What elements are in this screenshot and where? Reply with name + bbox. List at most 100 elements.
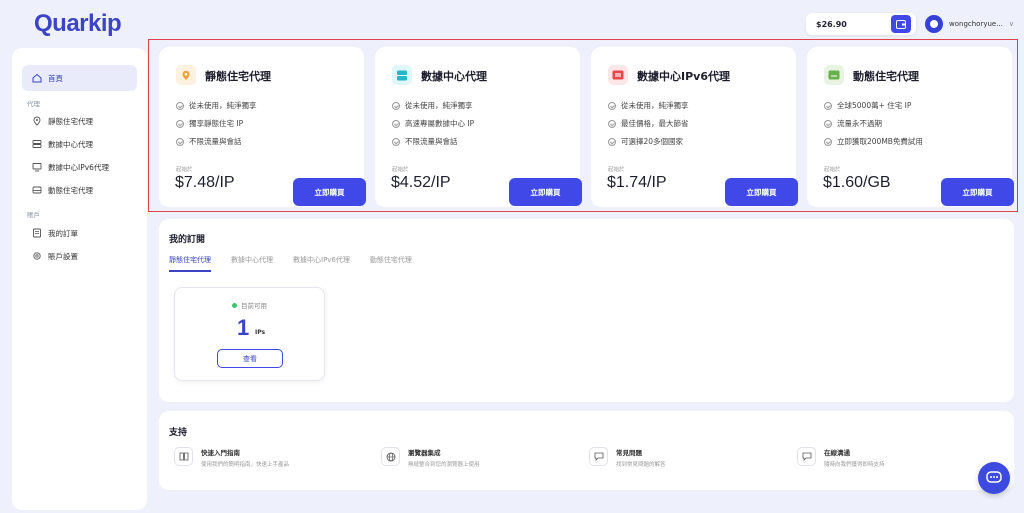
quarkip-logo[interactable]: Quarkip bbox=[34, 10, 122, 38]
product-card-datacenter: 數據中心代理 從未使用，純淨獨享 高速專屬數據中心 IP 不限流量與會話 起始於… bbox=[375, 47, 582, 207]
location-pin-icon bbox=[176, 65, 196, 85]
support-item-live-chat[interactable]: 在線溝通隨時向我們獲得即時支持 bbox=[797, 447, 885, 468]
support-item-browser[interactable]: 瀏覽器集成無縫整合到您的瀏覽器上使用 bbox=[381, 447, 480, 468]
username: wongchoryue... bbox=[949, 20, 1003, 28]
feature-item: 從未使用，純淨獨享 bbox=[176, 100, 257, 111]
globe-icon bbox=[381, 447, 400, 466]
support-title: 支持 bbox=[169, 428, 188, 438]
sidebar-item-label: 首頁 bbox=[48, 73, 63, 83]
sidebar-item-settings[interactable]: 賬戶設置 bbox=[22, 245, 137, 267]
product-title: 動態住宅代理 bbox=[853, 70, 919, 83]
buy-now-button[interactable]: 立即購買 bbox=[725, 178, 798, 206]
support-item-desc: 無縫整合到您的瀏覽器上使用 bbox=[408, 462, 480, 468]
product-card-static-residential: 靜態住宅代理 從未使用，純淨獨享 獨享靜態住宅 IP 不限流量與會話 起始於 $… bbox=[159, 47, 366, 207]
check-icon bbox=[608, 101, 616, 110]
sidebar-item-label: 賬戶設置 bbox=[48, 251, 78, 261]
orders-icon bbox=[33, 228, 41, 238]
faq-icon bbox=[589, 447, 608, 466]
subscriptions-title: 我的訂閱 bbox=[169, 235, 206, 245]
support-item-desc: 使用我們的簡明指南，快速上手產品 bbox=[201, 462, 290, 468]
sidebar-item-dynamic-residential[interactable]: 動態住宅代理 bbox=[22, 179, 137, 201]
buy-now-button[interactable]: 立即購買 bbox=[293, 178, 366, 206]
sidebar-item-orders[interactable]: 我的訂單 bbox=[22, 222, 137, 244]
book-icon bbox=[174, 447, 193, 466]
feature-item: 流量永不過期 bbox=[824, 118, 882, 129]
sidebar-item-home[interactable]: 首頁 bbox=[22, 65, 137, 91]
feature-item: 立即獲取200MB免費試用 bbox=[824, 136, 923, 147]
wallet-icon bbox=[896, 19, 906, 29]
tab-static-residential[interactable]: 靜態住宅代理 bbox=[169, 255, 211, 272]
sidebar-item-datacenter[interactable]: 數據中心代理 bbox=[22, 133, 137, 155]
sidebar-item-label: 動態住宅代理 bbox=[48, 185, 93, 195]
residential-box-icon bbox=[824, 65, 844, 85]
sidebar-item-label: 我的訂單 bbox=[48, 228, 78, 238]
sidebar-item-label: 靜態住宅代理 bbox=[48, 116, 93, 126]
support-item-desc: 隨時向我們獲得即時支持 bbox=[824, 462, 885, 468]
support-item-title: 瀏覽器集成 bbox=[408, 449, 441, 457]
check-icon bbox=[824, 137, 832, 146]
product-price: $1.60/GB bbox=[823, 174, 891, 191]
ip-summary-card: 目前可用 1 IPs 查看 bbox=[174, 287, 325, 381]
price-from-label: 起始於 bbox=[392, 167, 409, 173]
check-icon bbox=[608, 119, 616, 128]
check-icon bbox=[176, 101, 184, 110]
feature-item: 不限流量與會話 bbox=[176, 136, 242, 147]
view-button[interactable]: 查看 bbox=[217, 349, 283, 368]
feature-item: 高速專屬數據中心 IP bbox=[392, 118, 474, 129]
support-item-title: 快速入門指南 bbox=[201, 449, 240, 457]
tab-datacenter[interactable]: 數據中心代理 bbox=[231, 255, 273, 272]
server-icon bbox=[392, 65, 412, 85]
sidebar-item-label: 數據中心IPv6代理 bbox=[48, 162, 109, 172]
ip-unit: IPs bbox=[255, 329, 266, 336]
check-icon bbox=[824, 101, 832, 110]
support-item-desc: 找到常見問題的解答 bbox=[616, 462, 666, 468]
price-from-label: 起始於 bbox=[176, 167, 193, 173]
feature-item: 獨享靜態住宅 IP bbox=[176, 118, 243, 129]
support-item-title: 在線溝通 bbox=[824, 449, 850, 457]
check-icon bbox=[392, 101, 400, 110]
location-pin-icon bbox=[33, 116, 41, 126]
sidebar-item-datacenter-ipv6[interactable]: 數據中心IPv6代理 bbox=[22, 156, 137, 178]
gear-icon bbox=[33, 252, 41, 260]
buy-now-button[interactable]: 立即購買 bbox=[509, 178, 582, 206]
sidebar-item-label: 數據中心代理 bbox=[48, 139, 93, 149]
feature-item: 從未使用，純淨獨享 bbox=[608, 100, 689, 111]
subscriptions-panel: 我的訂閱 靜態住宅代理 數據中心代理 數據中心IPv6代理 動態住宅代理 目前可… bbox=[159, 219, 1014, 402]
feature-item: 全球5000萬+ 住宅 IP bbox=[824, 100, 911, 111]
wallet-button[interactable] bbox=[891, 15, 911, 33]
status-dot-icon bbox=[232, 302, 237, 308]
check-icon bbox=[176, 137, 184, 146]
balance-amount: $26.90 bbox=[816, 19, 847, 29]
check-icon bbox=[392, 119, 400, 128]
ipv6-chip-icon bbox=[608, 65, 628, 85]
subscription-tabs: 靜態住宅代理 數據中心代理 數據中心IPv6代理 動態住宅代理 bbox=[169, 255, 412, 272]
tab-datacenter-ipv6[interactable]: 數據中心IPv6代理 bbox=[293, 255, 350, 272]
check-icon bbox=[608, 137, 616, 146]
product-card-dynamic-residential: 動態住宅代理 全球5000萬+ 住宅 IP 流量永不過期 立即獲取200MB免費… bbox=[807, 47, 1014, 207]
buy-now-button[interactable]: 立即購買 bbox=[941, 178, 1014, 206]
feature-item: 從未使用，純淨獨享 bbox=[392, 100, 473, 111]
support-item-quickstart[interactable]: 快速入門指南使用我們的簡明指南，快速上手產品 bbox=[174, 447, 289, 468]
proxy-section-heading: 代理 bbox=[27, 100, 40, 108]
user-menu[interactable]: wongchoryue... ∨ bbox=[925, 12, 1020, 36]
product-title: 數據中心IPv6代理 bbox=[637, 70, 730, 83]
account-section-heading: 賬戶 bbox=[27, 211, 40, 219]
home-icon bbox=[32, 73, 42, 83]
price-from-label: 起始於 bbox=[824, 167, 841, 173]
chevron-down-icon: ∨ bbox=[1008, 20, 1015, 28]
check-icon bbox=[392, 137, 400, 146]
check-icon bbox=[824, 119, 832, 128]
product-card-datacenter-ipv6: 數據中心IPv6代理 從未使用，純淨獨享 最佳價格，最大節省 可選擇20多個國家… bbox=[591, 47, 798, 207]
status-badge: 目前可用 bbox=[232, 300, 267, 310]
price-from-label: 起始於 bbox=[608, 167, 625, 173]
sidebar-item-static-residential[interactable]: 靜態住宅代理 bbox=[22, 110, 137, 132]
tab-dynamic-residential[interactable]: 動態住宅代理 bbox=[370, 255, 412, 272]
product-title: 靜態住宅代理 bbox=[205, 70, 271, 83]
monitor-icon bbox=[32, 163, 42, 172]
product-price: $4.52/IP bbox=[391, 174, 451, 191]
server-icon bbox=[32, 140, 42, 148]
live-chat-button[interactable] bbox=[978, 462, 1010, 494]
support-item-faq[interactable]: 常見問題 找到常見問題的解答 bbox=[589, 447, 666, 468]
avatar bbox=[925, 15, 943, 33]
sidebar: 首頁 代理 靜態住宅代理 數據中心代理 數據中心IPv6代理 動態住宅代理 賬戶… bbox=[12, 48, 147, 510]
